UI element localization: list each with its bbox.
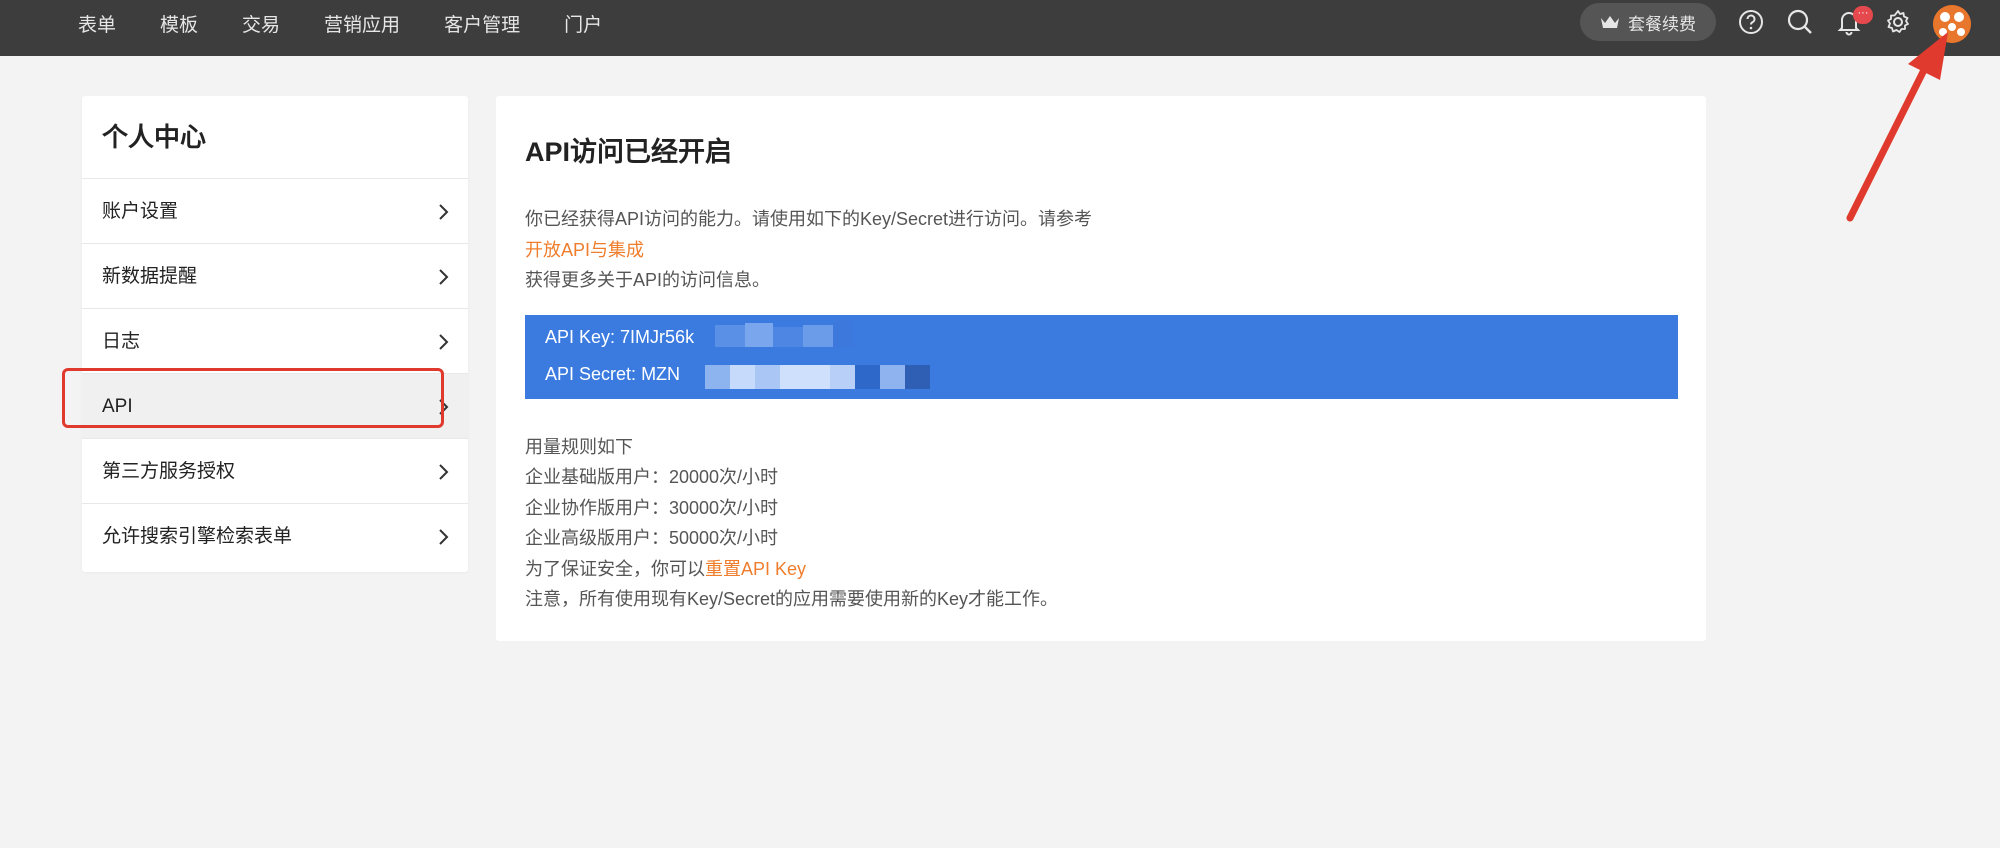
sidebar-item-third-party-auth[interactable]: 第三方服务授权 [82, 439, 468, 504]
sidebar-item-label: 日志 [102, 331, 141, 352]
nav-item-customer-management[interactable]: 客户管理 [444, 10, 520, 37]
api-secret-label: API Secret: [545, 364, 637, 384]
open-api-integration-link[interactable]: 开放API与集成 [525, 236, 644, 262]
api-secret-value[interactable]: MZN [641, 364, 680, 384]
search-icon[interactable] [1786, 8, 1814, 36]
intro-text: 你已经获得API访问的能力。请使用如下的Key/Secret进行访问。请参考 [525, 209, 1093, 229]
nav-item-transactions[interactable]: 交易 [242, 10, 280, 37]
usage-title: 用量规则如下 [525, 437, 633, 457]
main-nav: 表单 模板 交易 营销应用 客户管理 门户 [78, 0, 646, 46]
sidebar-item-account-settings[interactable]: 账户设置 [82, 179, 468, 244]
reset-prefix: 为了保证安全，你可以 [525, 559, 705, 579]
reset-key-line: 为了保证安全，你可以重置API Key [525, 555, 806, 581]
chevron-right-icon [439, 334, 449, 350]
sidebar-title: 个人中心 [82, 96, 468, 179]
crown-icon [1601, 16, 1619, 28]
usage-advanced: 企业高级版用户：50000次/小时 [525, 528, 779, 548]
page-title: API访问已经开启 [525, 137, 733, 167]
api-credentials-box: API Key: 7IMJr56k API Secret: MZN [525, 315, 1678, 399]
notification-badge: ··· [1853, 6, 1873, 24]
nav-item-marketing-apps[interactable]: 营销应用 [324, 10, 400, 37]
notice-text: 注意，所有使用现有Key/Secret的应用需要使用新的Key才能工作。 [525, 589, 1059, 609]
arrow-annotation-icon [1846, 32, 1948, 222]
api-secret-row: API Secret: MZN [545, 364, 680, 385]
sidebar-item-search-engine-indexing[interactable]: 允许搜索引擎检索表单 [82, 504, 468, 569]
renew-plan-label: 套餐续费 [1628, 14, 1696, 34]
chevron-right-icon [439, 269, 449, 285]
api-key-value[interactable]: 7IMJr56k [620, 327, 694, 347]
renew-plan-button[interactable]: 套餐续费 [1580, 3, 1716, 41]
sidebar-item-label: 新数据提醒 [102, 266, 198, 287]
intro-text-more: 获得更多关于API的访问信息。 [525, 270, 771, 290]
sidebar-item-label: 第三方服务授权 [102, 461, 236, 482]
redaction-mosaic [715, 321, 875, 351]
personal-center-sidebar: 个人中心 账户设置 新数据提醒 日志 API 第三方服务授权 允许搜索引擎检索表… [82, 96, 468, 572]
reset-api-key-link[interactable]: 重置API Key [705, 559, 806, 579]
api-panel: API访问已经开启 你已经获得API访问的能力。请使用如下的Key/Secret… [496, 96, 1706, 641]
api-highlight-annotation [62, 368, 444, 428]
chevron-right-icon [439, 464, 449, 480]
nav-item-forms[interactable]: 表单 [78, 10, 116, 37]
api-key-row: API Key: 7IMJr56k [545, 327, 694, 348]
nav-item-portal[interactable]: 门户 [564, 10, 602, 37]
nav-item-templates[interactable]: 模板 [160, 10, 198, 37]
sidebar-item-logs[interactable]: 日志 [82, 309, 468, 374]
usage-collaboration: 企业协作版用户：30000次/小时 [525, 498, 779, 518]
usage-basic: 企业基础版用户：20000次/小时 [525, 467, 779, 487]
top-bar: 表单 模板 交易 营销应用 客户管理 门户 套餐续费 ··· [0, 0, 2000, 56]
redaction-mosaic [705, 365, 935, 391]
chevron-right-icon [439, 204, 449, 220]
help-icon[interactable] [1737, 8, 1765, 36]
sidebar-item-label: 允许搜索引擎检索表单 [102, 526, 293, 547]
sidebar-item-new-data-alerts[interactable]: 新数据提醒 [82, 244, 468, 309]
sidebar-item-label: 账户设置 [102, 201, 179, 222]
chevron-right-icon [439, 529, 449, 545]
api-key-label: API Key: [545, 327, 616, 347]
